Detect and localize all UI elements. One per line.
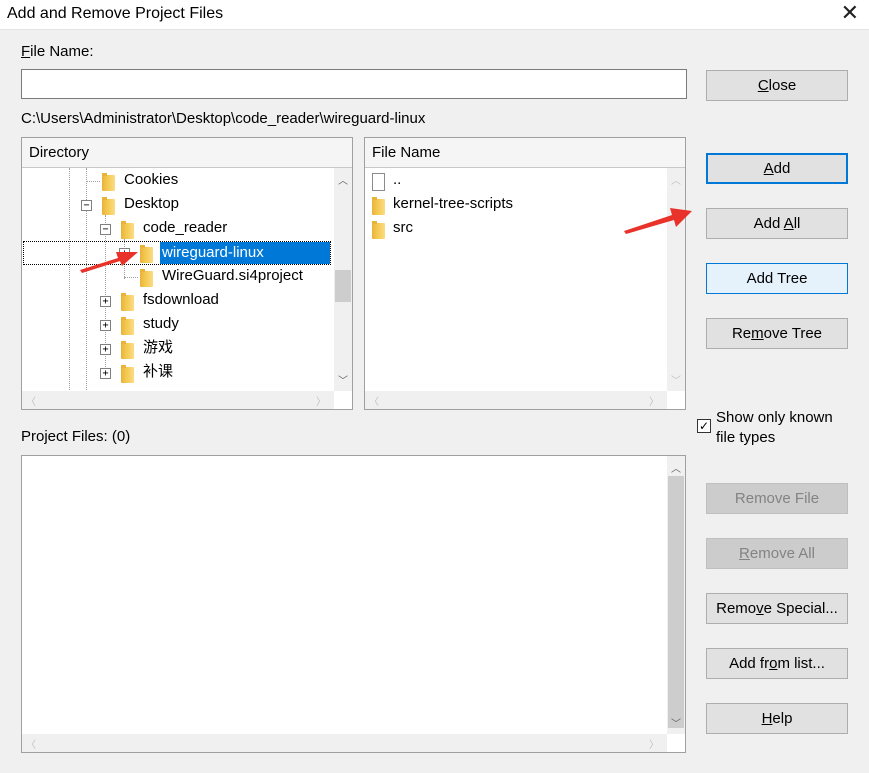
title-bar: Add and Remove Project Files ✕ [0, 0, 869, 30]
file-list-vscroll[interactable]: ︿ ﹀ [667, 168, 685, 391]
tree-item-cookies[interactable]: Cookies [124, 169, 178, 193]
scroll-thumb[interactable] [335, 270, 351, 302]
tree-item-code-reader[interactable]: code_reader [143, 217, 227, 241]
window-title: Add and Remove Project Files [7, 5, 224, 22]
scroll-up-icon[interactable]: ︿ [338, 172, 348, 187]
file-icon [372, 173, 385, 191]
scroll-left-icon[interactable]: 〈 [26, 393, 36, 408]
project-files-vscroll[interactable]: ︿ ﹀ [667, 456, 685, 734]
file-list-panel[interactable]: File Name .. kernel-tree-scripts src ︿ ﹀… [364, 137, 686, 410]
folder-icon [121, 341, 134, 359]
annotation-arrow-icon [624, 208, 692, 234]
show-known-checkbox[interactable]: ✓ [697, 419, 711, 433]
show-known-label[interactable]: Show only known file types [716, 408, 833, 448]
project-files-hscroll[interactable]: 〈 〉 [22, 734, 667, 752]
folder-icon [140, 245, 153, 263]
directory-vscroll[interactable]: ︿ ﹀ [334, 168, 352, 391]
directory-header[interactable]: Directory [22, 138, 352, 168]
scroll-right-icon[interactable]: 〉 [649, 736, 659, 751]
file-list-hscroll[interactable]: 〈 〉 [365, 391, 667, 409]
scroll-down-icon[interactable]: ﹀ [671, 715, 681, 730]
add-tree-button[interactable]: Add Tree [706, 263, 848, 294]
scroll-up-icon[interactable]: ︿ [671, 172, 681, 187]
folder-icon [121, 317, 134, 335]
expand-icon[interactable]: + [100, 368, 111, 379]
scroll-right-icon[interactable]: 〉 [649, 393, 659, 408]
folder-icon [121, 365, 134, 383]
close-button[interactable]: Close [706, 70, 848, 101]
file-item-kernel-tree-scripts[interactable]: kernel-tree-scripts [393, 193, 513, 217]
scroll-thumb[interactable] [668, 476, 684, 728]
file-item-parent[interactable]: .. [393, 169, 401, 193]
help-button[interactable]: Help [706, 703, 848, 734]
tree-line [124, 277, 138, 278]
file-name-input[interactable] [21, 69, 687, 99]
remove-all-button[interactable]: Remove All [706, 538, 848, 569]
folder-icon [372, 197, 385, 215]
remove-file-button[interactable]: Remove File [706, 483, 848, 514]
scroll-left-icon[interactable]: 〈 [26, 736, 36, 751]
folder-icon [102, 173, 115, 191]
tree-line [69, 168, 70, 394]
remove-tree-button[interactable]: Remove Tree [706, 318, 848, 349]
project-files-list[interactable]: ︿ ﹀ 〈 〉 [21, 455, 686, 753]
scroll-up-icon[interactable]: ︿ [671, 460, 681, 475]
add-all-button[interactable]: Add All [706, 208, 848, 239]
remove-special-button[interactable]: Remove Special... [706, 593, 848, 624]
scroll-right-icon[interactable]: 〉 [316, 393, 326, 408]
collapse-icon[interactable]: − [81, 200, 92, 211]
file-item-src[interactable]: src [393, 217, 413, 241]
annotation-arrow-icon [80, 252, 138, 273]
close-window-icon[interactable]: ✕ [841, 3, 859, 25]
tree-line [86, 181, 100, 182]
tree-item-youxi[interactable]: 游戏 [143, 337, 173, 361]
expand-icon[interactable]: + [100, 344, 111, 355]
tree-item-fsdownload[interactable]: fsdownload [143, 289, 219, 313]
folder-icon [102, 197, 115, 215]
add-button[interactable]: Add [706, 153, 848, 184]
file-list-header[interactable]: File Name [365, 138, 685, 168]
expand-icon[interactable]: + [100, 320, 111, 331]
collapse-icon[interactable]: − [100, 224, 111, 235]
add-from-list-button[interactable]: Add from list... [706, 648, 848, 679]
scroll-down-icon[interactable]: ﹀ [671, 372, 681, 387]
tree-item-wireguard-linux[interactable]: wireguard-linux [160, 242, 330, 264]
file-name-label: File Name: [21, 43, 94, 60]
tree-item-study[interactable]: study [143, 313, 179, 337]
tree-item-wireguard-si4project[interactable]: WireGuard.si4project [162, 265, 303, 289]
project-files-label: Project Files: (0) [21, 428, 131, 445]
folder-icon [121, 293, 134, 311]
scroll-left-icon[interactable]: 〈 [369, 393, 379, 408]
scroll-down-icon[interactable]: ﹀ [338, 372, 348, 387]
folder-icon [121, 221, 134, 239]
tree-item-desktop[interactable]: Desktop [124, 193, 179, 217]
folder-icon [372, 221, 385, 239]
tree-item-buke[interactable]: 补课 [143, 361, 173, 385]
current-path: C:\Users\Administrator\Desktop\code_read… [21, 110, 426, 127]
directory-panel[interactable]: Directory Cookies − Desktop − code_reade… [21, 137, 353, 410]
expand-icon[interactable]: + [100, 296, 111, 307]
folder-icon [140, 269, 153, 287]
directory-hscroll[interactable]: 〈 〉 [22, 391, 334, 409]
